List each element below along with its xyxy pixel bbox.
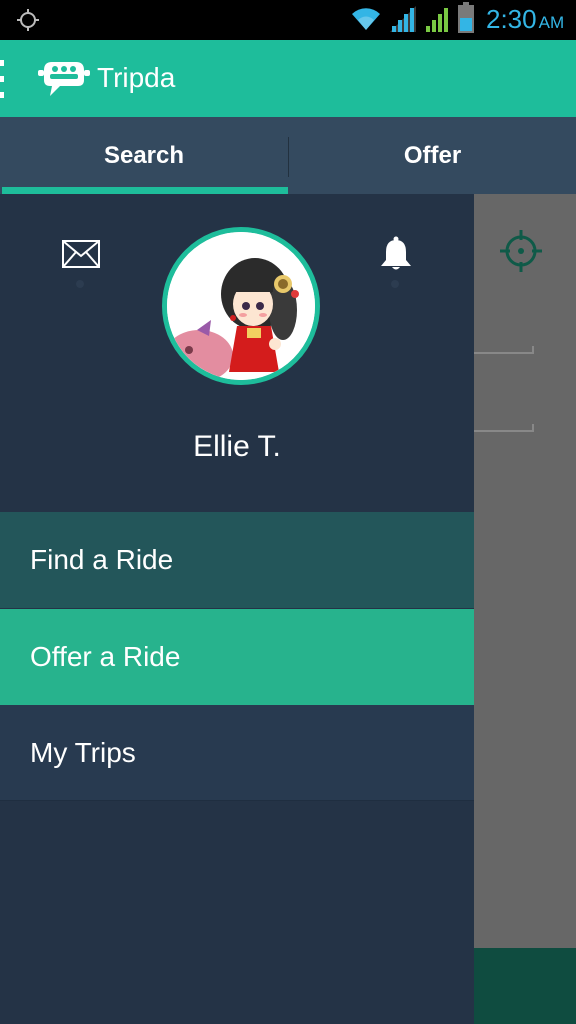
mail-icon[interactable]	[62, 240, 100, 268]
menu-item-my-trips[interactable]: My Trips	[0, 705, 474, 801]
mail-indicator-dot	[76, 280, 84, 288]
app-title: Tripda	[97, 62, 176, 93]
input-underline-tick	[532, 424, 534, 432]
tab-bar: Search Offer	[0, 117, 576, 194]
menu-item-offer-a-ride[interactable]: Offer a Ride	[0, 609, 474, 705]
input-underline	[474, 352, 534, 354]
locate-target-icon	[500, 230, 542, 272]
background-bottom-button	[474, 948, 576, 1024]
avatar[interactable]	[162, 227, 320, 385]
signal-icon	[426, 8, 448, 32]
menu-icon[interactable]	[0, 60, 4, 98]
bell-icon[interactable]	[378, 236, 414, 272]
menu-item-find-a-ride[interactable]: Find a Ride	[0, 512, 474, 608]
navigation-drawer: Ellie T. Find a Ride Offer a Ride My Tri…	[0, 194, 474, 1024]
tab-search[interactable]: Search	[0, 117, 288, 194]
background-content-scrim[interactable]	[474, 194, 576, 948]
battery-icon	[458, 2, 474, 33]
tab-offer[interactable]: Offer	[289, 117, 576, 194]
app-bar: Tripda	[0, 40, 576, 117]
avatar-illustration	[167, 232, 315, 380]
drawer-header: Ellie T.	[0, 194, 474, 512]
input-underline-tick	[532, 346, 534, 354]
menu-item-label: Find a Ride	[30, 544, 174, 575]
clock: 2:30 AM	[486, 4, 565, 34]
input-underline	[474, 430, 534, 432]
bell-indicator-dot	[391, 280, 399, 288]
status-bar: 2:30 AM	[0, 0, 576, 40]
tripda-logo-icon	[38, 62, 90, 96]
menu-item-label: Offer a Ride	[30, 641, 181, 672]
tab-selected-indicator	[2, 187, 288, 194]
menu-item-label: My Trips	[30, 736, 136, 768]
gps-icon	[17, 9, 39, 31]
signal-icon	[390, 6, 416, 32]
user-name[interactable]: Ellie T.	[0, 430, 474, 464]
wifi-icon	[352, 8, 380, 30]
